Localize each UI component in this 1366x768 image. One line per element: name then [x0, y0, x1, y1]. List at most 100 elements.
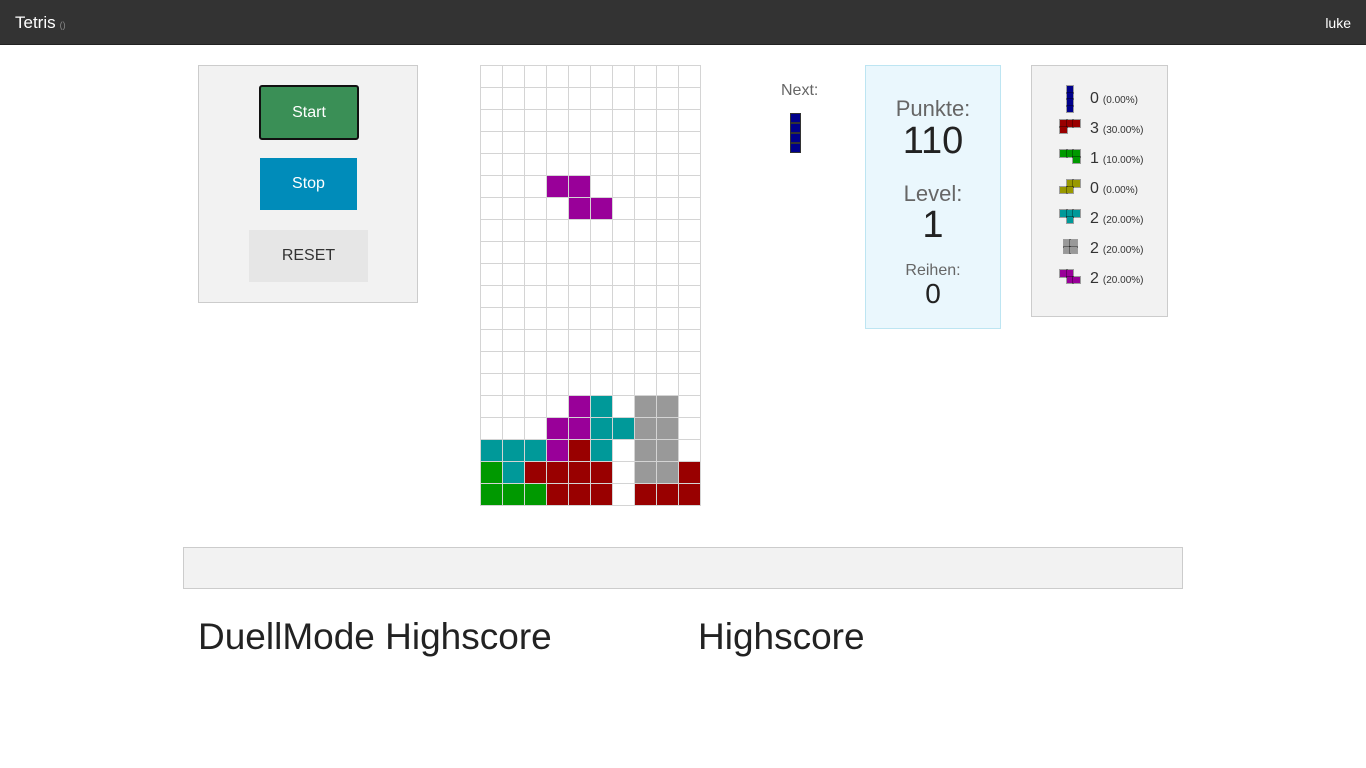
- board-cell-empty: [525, 286, 547, 308]
- points-label: Punkte:: [895, 96, 971, 121]
- board-cell-filled: [635, 418, 657, 440]
- piece-percent: (0.00%): [1102, 185, 1138, 196]
- board-cell-empty: [679, 440, 701, 462]
- piece-count: 0: [1090, 180, 1099, 197]
- board-cell-empty: [679, 110, 701, 132]
- board-cell-empty: [547, 66, 569, 88]
- board-cell-empty: [613, 440, 635, 462]
- board-cell-filled: [481, 484, 503, 506]
- rows-value: 0: [925, 278, 941, 309]
- board-cell-empty: [569, 374, 591, 396]
- game-board[interactable]: [480, 65, 701, 506]
- board-cell-empty: [481, 418, 503, 440]
- title-badge: (): [59, 20, 66, 30]
- board-cell-empty: [525, 88, 547, 110]
- board-cell-filled: [679, 484, 701, 506]
- board-cell-empty: [679, 264, 701, 286]
- board-cell-empty: [525, 198, 547, 220]
- board-cell-empty: [481, 66, 503, 88]
- board-cell-empty: [657, 308, 679, 330]
- board-cell-empty: [547, 264, 569, 286]
- board-cell-empty: [635, 132, 657, 154]
- board-cell-empty: [635, 110, 657, 132]
- board-cell-empty: [679, 330, 701, 352]
- board-cell-empty: [657, 154, 679, 176]
- reset-button[interactable]: RESET: [249, 230, 368, 282]
- piece-stat-row: 1 (10.00%): [1032, 146, 1167, 170]
- board-cell-empty: [679, 198, 701, 220]
- board-cell-empty: [569, 330, 591, 352]
- piece-count: 2: [1090, 210, 1099, 227]
- board-cell-empty: [503, 264, 525, 286]
- board-cell-empty: [635, 154, 657, 176]
- board-cell-empty: [613, 66, 635, 88]
- board-cell-empty: [679, 242, 701, 264]
- board-cell-empty: [591, 110, 613, 132]
- app-title-text[interactable]: Tetris: [15, 13, 56, 32]
- duel-highscore-heading: DuellMode Highscore: [198, 616, 552, 657]
- board-cell-empty: [503, 176, 525, 198]
- icon-block: [1072, 209, 1081, 218]
- board-cell-empty: [525, 396, 547, 418]
- board-cell-empty: [481, 132, 503, 154]
- board-cell-filled: [481, 462, 503, 484]
- board-cell-empty: [525, 330, 547, 352]
- board-cell-empty: [679, 418, 701, 440]
- piece-percent: (10.00%): [1102, 155, 1144, 166]
- stop-button[interactable]: Stop: [260, 158, 357, 210]
- board-cell-empty: [569, 220, 591, 242]
- board-cell-empty: [635, 66, 657, 88]
- board-cell-empty: [591, 352, 613, 374]
- board-cell-empty: [525, 352, 547, 374]
- board-cell-empty: [503, 308, 525, 330]
- board-cell-empty: [547, 132, 569, 154]
- board-cell-empty: [481, 264, 503, 286]
- board-cell-empty: [481, 330, 503, 352]
- piece-count: 2: [1090, 240, 1099, 257]
- board-cell-empty: [679, 308, 701, 330]
- user-name[interactable]: luke: [1325, 15, 1351, 31]
- points-value: 110: [902, 120, 964, 162]
- icon-block: [1065, 104, 1075, 113]
- board-cell-empty: [613, 396, 635, 418]
- board-cell-empty: [525, 66, 547, 88]
- board-cell-filled: [591, 198, 613, 220]
- board-cell-empty: [481, 198, 503, 220]
- board-cell-filled: [481, 440, 503, 462]
- board-cell-empty: [525, 132, 547, 154]
- next-block: [790, 123, 801, 133]
- board-cell-filled: [569, 484, 591, 506]
- board-cell-filled: [525, 484, 547, 506]
- board-cell-empty: [591, 330, 613, 352]
- icon-block: [1069, 245, 1078, 254]
- piece-stat-count: 0 (0.00%): [1090, 180, 1138, 198]
- board-cell-filled: [569, 176, 591, 198]
- board-cell-empty: [525, 308, 547, 330]
- board-cell-filled: [569, 440, 591, 462]
- board-cell-filled: [569, 396, 591, 418]
- board-cell-empty: [525, 418, 547, 440]
- app-title[interactable]: Tetris(): [15, 13, 66, 33]
- board-cell-filled: [503, 440, 525, 462]
- board-cell-empty: [569, 132, 591, 154]
- board-cell-empty: [613, 374, 635, 396]
- board-cell-empty: [613, 198, 635, 220]
- board-cell-empty: [525, 176, 547, 198]
- board-cell-empty: [679, 352, 701, 374]
- piece-stat-count: 2 (20.00%): [1090, 210, 1143, 228]
- board-cell-empty: [525, 242, 547, 264]
- piece-stat-row: 0 (0.00%): [1032, 85, 1167, 113]
- highscore-heading: Highscore: [698, 616, 865, 657]
- piece-stat-count: 2 (20.00%): [1090, 240, 1143, 258]
- board-cell-filled: [657, 418, 679, 440]
- start-button[interactable]: Start: [259, 85, 359, 140]
- piece-stat-count: 1 (10.00%): [1090, 150, 1143, 168]
- board-cell-empty: [569, 286, 591, 308]
- board-cell-filled: [657, 484, 679, 506]
- board-cell-empty: [657, 264, 679, 286]
- board-cell-empty: [569, 66, 591, 88]
- board-cell-empty: [481, 176, 503, 198]
- board-cell-empty: [525, 110, 547, 132]
- board-cell-empty: [481, 88, 503, 110]
- board-cell-empty: [591, 242, 613, 264]
